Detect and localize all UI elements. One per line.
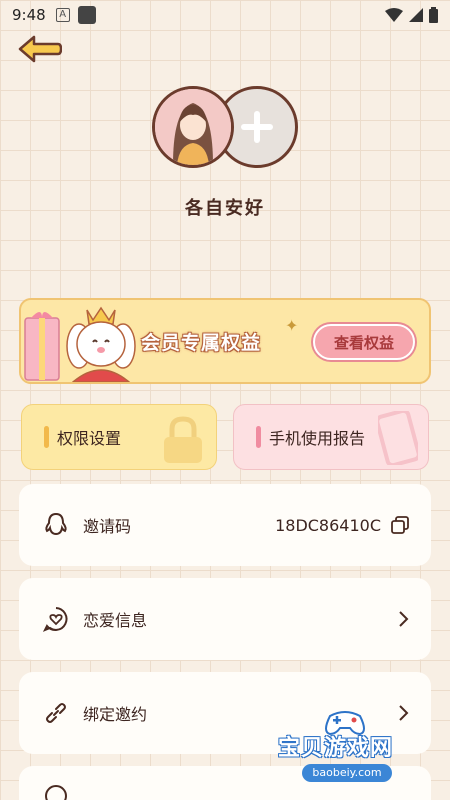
qq-icon [41,510,71,540]
watermark-text: 宝贝游戏网 [278,736,394,761]
bind-invitation-label: 绑定邀约 [83,705,148,724]
copy-icon[interactable] [391,516,409,534]
notification-a-icon: A [55,8,70,22]
heart-bubble-icon [41,604,71,634]
phone-icon [378,411,418,465]
user-avatar[interactable] [152,86,234,168]
back-arrow-icon[interactable] [18,34,62,64]
nickname: 各自安好 [185,198,265,219]
girl-illustration-icon [155,89,231,165]
accent-bar [256,426,261,448]
battery-icon [429,7,438,23]
status-bar: 9:48 A [0,0,450,30]
watermark: 宝贝游戏网 baobeiy.com [272,706,422,788]
status-time: 9:48 [12,6,46,24]
chevron-right-icon [399,611,409,627]
invite-code-value: 18DC86410C [275,515,381,535]
view-benefits-button[interactable]: 查看权益 [313,324,415,360]
love-info-label: 恋爱信息 [83,611,148,630]
invite-code-label: 邀请码 [83,517,132,536]
link-icon [41,698,71,728]
vip-title: 会员专属权益 [141,332,262,354]
usage-report-tile[interactable]: 手机使用报告 [233,404,429,470]
lock-icon [164,416,202,463]
plus-icon [241,111,273,143]
love-info-row[interactable]: 恋爱信息 [19,578,431,660]
watermark-url: baobeiy.com [302,764,392,782]
avatar-group [152,86,298,168]
circle-icon [41,781,71,800]
permissions-tile[interactable]: 权限设置 [21,404,217,470]
invite-code-row[interactable]: 邀请码 18DC86410C [19,484,431,566]
accent-bar [44,426,49,448]
signal-icon [409,8,423,22]
permissions-label: 权限设置 [57,429,122,448]
wifi-icon [385,8,403,22]
vip-banner[interactable]: 会员专属权益 ✦ 查看权益 [19,298,431,384]
mascot-puppy-icon [66,306,136,382]
notification-square-icon [77,6,96,24]
usage-report-label: 手机使用报告 [269,429,366,448]
sparkle-icon: ✦ [285,316,299,335]
